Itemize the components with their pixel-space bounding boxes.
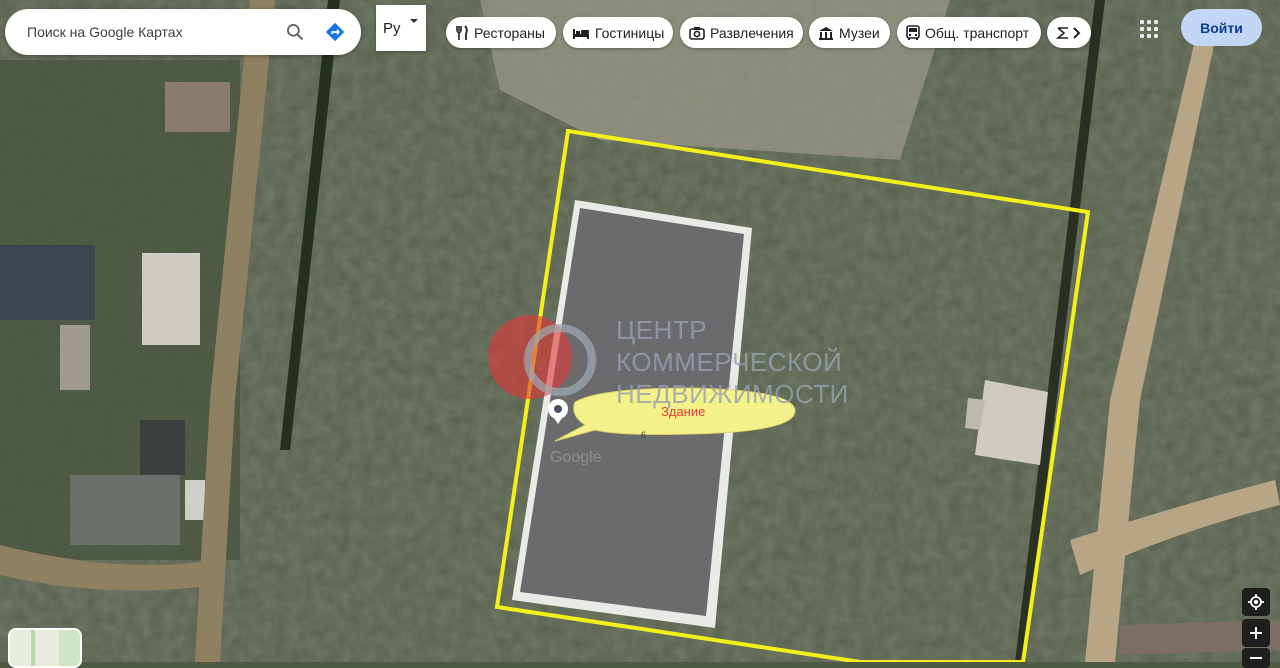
google-logo: Google (550, 449, 602, 466)
chip-hotels[interactable]: Гостиницы (563, 17, 673, 48)
marker-sublabel: 6 (641, 430, 647, 440)
language-select[interactable]: Py (376, 5, 426, 51)
search-icon[interactable] (281, 18, 309, 46)
bed-icon (573, 28, 589, 39)
fork-knife-icon (456, 24, 468, 40)
zoom-in-button[interactable] (1242, 619, 1270, 647)
marker-label[interactable]: Здание (661, 404, 705, 419)
bus-icon (906, 24, 920, 40)
camera-icon (689, 26, 705, 40)
sign-in-button[interactable]: Войти (1181, 9, 1262, 46)
plus-icon (1250, 627, 1262, 639)
my-location-icon[interactable] (1242, 588, 1270, 616)
chip-restaurants[interactable]: Рестораны (446, 17, 556, 48)
search-input[interactable]: Поиск на Google Картах (27, 24, 281, 40)
chip-entertainment[interactable]: Развлечения (680, 17, 803, 48)
watermark-text: ЦЕНТР КОММЕРЧЕСКОЙ НЕДВИЖИМОСТИ (616, 315, 849, 409)
language-label: Py (383, 19, 401, 37)
chevron-right-icon[interactable] (1061, 17, 1091, 48)
directions-icon[interactable] (321, 18, 349, 46)
chip-transit[interactable]: Общ. транспорт (897, 17, 1041, 48)
museum-icon (819, 26, 833, 40)
layers-toggle[interactable] (8, 628, 82, 668)
caret-down-icon (409, 19, 418, 23)
search-box[interactable]: Поиск на Google Картах (5, 9, 361, 55)
apps-grid-icon[interactable] (1135, 15, 1163, 43)
zoom-out-button[interactable] (1242, 648, 1270, 668)
minus-icon (1250, 657, 1262, 659)
chip-museums[interactable]: Музеи (809, 17, 890, 48)
